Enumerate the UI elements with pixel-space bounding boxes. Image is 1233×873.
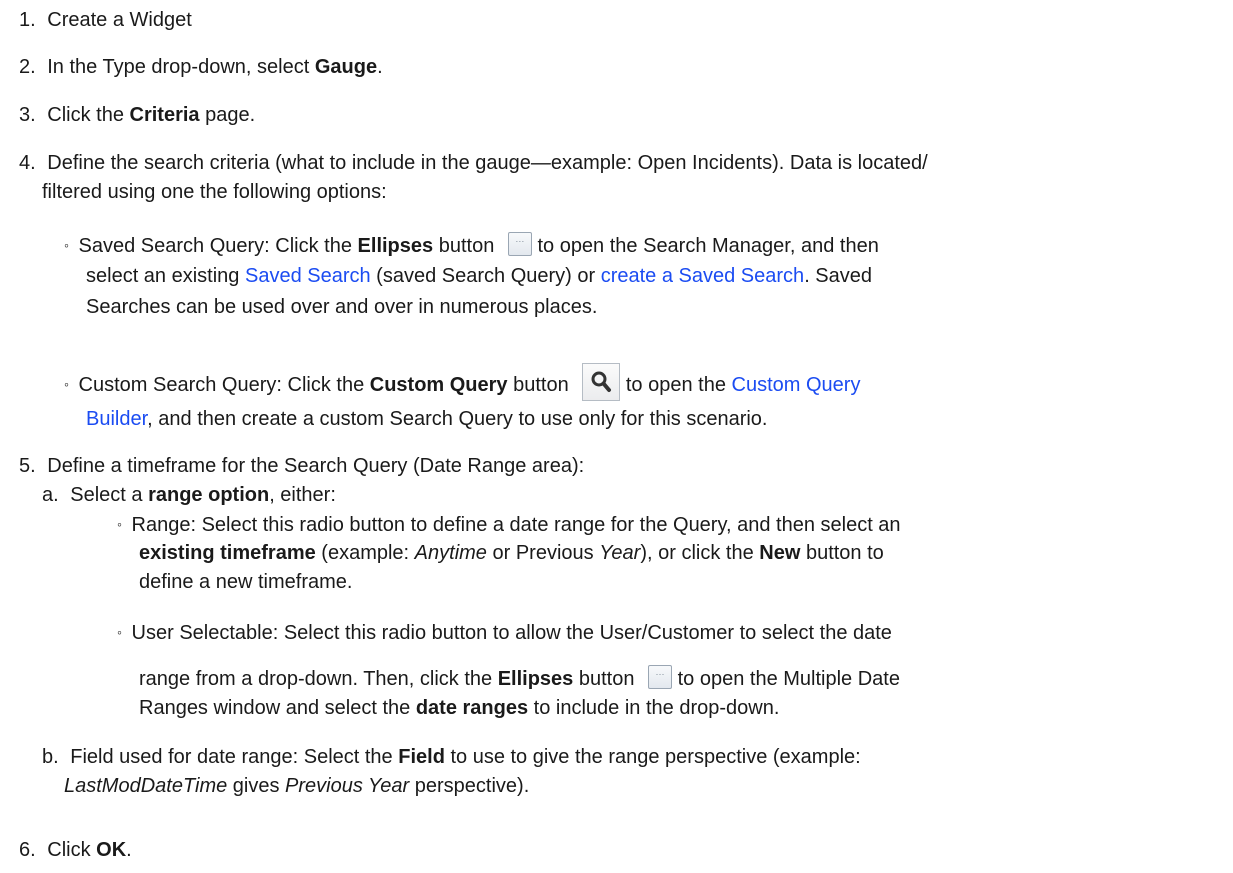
bold-term: Field [398, 746, 445, 768]
step-5b: b. Field used for date range: Select the… [42, 745, 861, 769]
step-5b-line-2: LastModDateTime gives Previous Year pers… [64, 774, 529, 798]
bullet: ◦ [64, 376, 69, 392]
text-segment: Range: Select this radio button to defin… [131, 514, 901, 536]
text-segment: . Saved [804, 265, 873, 287]
range-line-3: define a new timeframe. [139, 571, 353, 593]
text-segment: range from a drop-down. Then, click the [139, 668, 498, 690]
step-number: 1. [19, 9, 36, 31]
ellipses-button-icon[interactable] [648, 665, 673, 689]
text-segment: In the Type drop-down, select [47, 56, 315, 78]
italic-term: Anytime [414, 542, 487, 564]
text-segment: . [377, 56, 383, 78]
text-segment: button [507, 374, 569, 396]
text-segment: Ranges window and select the [139, 697, 416, 719]
user-selectable-line-2: range from a drop-down. Then, click the … [139, 665, 900, 691]
custom-query-builder-link-cont[interactable]: Builder [86, 408, 147, 430]
saved-search-line-2: select an existing Saved Search (saved S… [86, 264, 872, 288]
custom-search-item: ◦ Custom Search Query: Click the Custom … [64, 363, 860, 401]
step-text: Click OK. [47, 839, 131, 861]
text-segment: Click the [47, 104, 130, 126]
italic-term: LastModDateTime [64, 775, 228, 797]
bold-term: range option [148, 484, 270, 506]
text-segment: to include in the drop-down. [528, 697, 780, 719]
text-segment: or Previous [486, 542, 600, 564]
text-segment: , either: [269, 484, 336, 506]
step-text: Click the Criteria page. [47, 104, 255, 126]
step-4: 4. Define the search criteria (what to i… [19, 151, 928, 175]
text-segment: (example: [315, 542, 415, 564]
text-segment: to open the Search Manager, and then [537, 235, 879, 257]
text-segment: page. [199, 104, 256, 126]
italic-term: Year [599, 542, 641, 564]
step-text: Define the search criteria (what to incl… [47, 152, 928, 174]
range-line-2: existing timeframe (example: Anytime or … [139, 541, 884, 565]
text-segment: Custom Search Query: Click the [78, 374, 370, 396]
bold-term: existing timeframe [139, 542, 316, 564]
step-number: 3. [19, 104, 36, 126]
step-5: 5. Define a timeframe for the Search Que… [19, 454, 584, 478]
step-4-continued: filtered using one the following options… [42, 181, 387, 203]
step-number: 2. [19, 56, 36, 78]
text-segment: to open the [625, 374, 732, 396]
step-text: Define a timeframe for the Search Query … [47, 455, 585, 477]
bullet: ◦ [117, 516, 122, 532]
text-segment: Field used for date range: Select the [70, 746, 399, 768]
saved-search-link[interactable]: Saved Search [245, 265, 371, 287]
text-segment: (saved Search Query) or [370, 265, 601, 287]
bold-term: OK [96, 839, 127, 861]
bold-term: New [759, 542, 801, 564]
custom-search-line-2: Builder, and then create a custom Search… [86, 407, 767, 431]
bold-term: date ranges [415, 697, 529, 719]
create-saved-search-link[interactable]: create a Saved Search [601, 265, 804, 287]
step-number: b. [42, 746, 59, 768]
step-text: Field used for date range: Select the Fi… [70, 746, 860, 768]
text-segment: User Selectable: Select this radio butto… [131, 622, 892, 644]
step-3: 3. Click the Criteria page. [19, 103, 255, 127]
text-segment: button to [800, 542, 884, 564]
text-segment: gives [227, 775, 286, 797]
step-number: 5. [19, 455, 36, 477]
text-segment: , and then create a custom Search Query … [147, 408, 768, 430]
text-segment: Select a [70, 484, 149, 506]
range-item: ◦ Range: Select this radio button to def… [117, 512, 901, 537]
text-segment: to open the Multiple Date [677, 668, 900, 690]
bold-term: Ellipses [497, 668, 574, 690]
text-segment: Click [47, 839, 97, 861]
text-segment: Saved Search Query: Click the [78, 235, 358, 257]
step-number: 4. [19, 152, 36, 174]
step-number: 6. [19, 839, 36, 861]
bold-term: Criteria [129, 104, 200, 126]
step-2: 2. In the Type drop-down, select Gauge. [19, 55, 383, 79]
bold-term: Ellipses [357, 235, 434, 257]
saved-search-line-3: Searches can be used over and over in nu… [86, 296, 598, 318]
magnifier-search-icon [591, 371, 612, 392]
text-segment: button [573, 668, 635, 690]
bold-term: Gauge [314, 56, 378, 78]
italic-term: Previous Year [285, 775, 410, 797]
step-text: Select a range option, either: [70, 484, 336, 506]
ellipses-button-icon[interactable] [507, 232, 532, 256]
text-segment: perspective). [409, 775, 530, 797]
step-1: 1. Create a Widget [19, 8, 192, 32]
bullet: ◦ [117, 624, 122, 640]
saved-search-item: ◦ Saved Search Query: Click the Ellipses… [64, 232, 879, 258]
user-selectable-item: ◦ User Selectable: Select this radio but… [117, 620, 892, 645]
user-selectable-line-3: Ranges window and select the date ranges… [139, 696, 779, 720]
text-segment: select an existing [86, 265, 245, 287]
step-5a: a. Select a range option, either: [42, 483, 336, 507]
custom-query-button[interactable] [582, 363, 621, 401]
custom-query-builder-link[interactable]: Custom Query [732, 374, 861, 396]
text-segment: to use to give the range perspective (ex… [444, 746, 861, 768]
step-6: 6. Click OK. [19, 838, 132, 862]
bold-term: Custom Query [369, 374, 508, 396]
bullet: ◦ [64, 237, 69, 253]
step-text: In the Type drop-down, select Gauge. [47, 56, 382, 78]
text-segment: . [126, 839, 132, 861]
step-number: a. [42, 484, 59, 506]
text-segment: button [433, 235, 495, 257]
step-text: Create a Widget [47, 9, 192, 31]
text-segment: ), or click the [640, 542, 760, 564]
